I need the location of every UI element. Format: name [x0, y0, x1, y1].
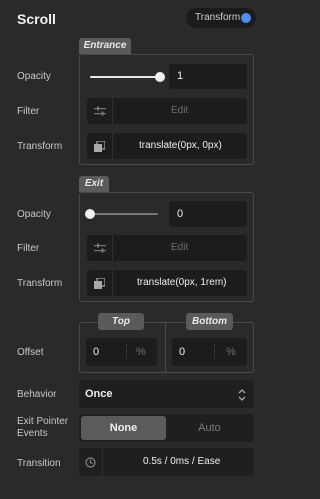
exit-filter-label: Filter: [17, 243, 40, 254]
transform-toggle-label: Transform: [195, 12, 241, 23]
entrance-transform-editor[interactable]: translate(0px, 0px): [87, 133, 247, 159]
offset-top-separator: [126, 344, 127, 360]
exit-opacity-thumb[interactable]: [85, 209, 95, 219]
pointer-events-none-button[interactable]: None: [81, 416, 166, 440]
tab-entrance[interactable]: Entrance: [79, 38, 131, 54]
exit-opacity-value: 0: [177, 208, 184, 220]
transition-value: 0.5s / 0ms / Ease: [143, 456, 221, 467]
entrance-filter-edit-button[interactable]: Edit: [171, 105, 188, 116]
offset-bottom-unit[interactable]: %: [226, 346, 236, 358]
exit-filter-edit-button[interactable]: Edit: [171, 242, 188, 253]
clock-icon: [79, 448, 103, 476]
sliders-icon: [87, 235, 113, 261]
behavior-select[interactable]: Once: [79, 380, 254, 408]
exit-transform-editor[interactable]: translate(0px, 1rem): [87, 270, 247, 296]
behavior-label: Behavior: [17, 389, 57, 400]
toggle-indicator-icon: [241, 13, 251, 23]
chevron-updown-icon: [238, 388, 246, 406]
sliders-icon: [87, 98, 113, 124]
behavior-value: Once: [85, 388, 113, 400]
offset-bottom-value: 0: [179, 346, 186, 358]
exit-opacity-slider[interactable]: [85, 209, 158, 219]
pointer-events-auto-button[interactable]: Auto: [167, 416, 252, 440]
entrance-filter-label: Filter: [17, 106, 40, 117]
entrance-opacity-thumb[interactable]: [155, 72, 165, 82]
panel-title: Scroll: [17, 11, 56, 27]
exit-filter-editor[interactable]: Edit: [87, 235, 247, 261]
entrance-transform-label: Transform: [17, 141, 63, 152]
entrance-opacity-slider[interactable]: [90, 72, 165, 82]
exit-opacity-input[interactable]: 0: [169, 201, 247, 227]
offset-label: Offset: [17, 347, 44, 358]
entrance-opacity-input[interactable]: 1: [169, 64, 247, 89]
exit-transform-value: translate(0px, 1rem): [137, 277, 227, 288]
transition-editor[interactable]: 0.5s / 0ms / Ease: [79, 448, 254, 476]
offset-top-unit[interactable]: %: [136, 346, 146, 358]
exit-transform-label: Transform: [17, 278, 63, 289]
offset-bottom-input[interactable]: 0 %: [172, 338, 247, 366]
offset-top-input[interactable]: 0 %: [86, 338, 157, 366]
pointer-events-segmented[interactable]: None Auto: [79, 414, 254, 442]
entrance-transform-value: translate(0px, 0px): [139, 140, 222, 151]
transform-icon: [87, 270, 113, 296]
exit-opacity-label: Opacity: [17, 209, 51, 220]
pointer-events-label: Exit Pointer Events: [17, 416, 69, 439]
transform-icon: [87, 133, 113, 159]
entrance-opacity-label: Opacity: [17, 71, 51, 82]
tab-offset-top[interactable]: Top: [98, 313, 144, 330]
entrance-opacity-value: 1: [177, 70, 184, 82]
transition-label: Transition: [17, 458, 61, 469]
entrance-filter-editor[interactable]: Edit: [87, 98, 247, 124]
offset-bottom-separator: [214, 344, 215, 360]
transform-toggle[interactable]: Transform: [186, 8, 256, 28]
offset-top-value: 0: [93, 346, 100, 358]
offset-divider: [165, 322, 166, 373]
tab-offset-bottom[interactable]: Bottom: [186, 313, 233, 330]
tab-exit[interactable]: Exit: [79, 176, 109, 192]
entrance-opacity-fill: [90, 76, 160, 78]
